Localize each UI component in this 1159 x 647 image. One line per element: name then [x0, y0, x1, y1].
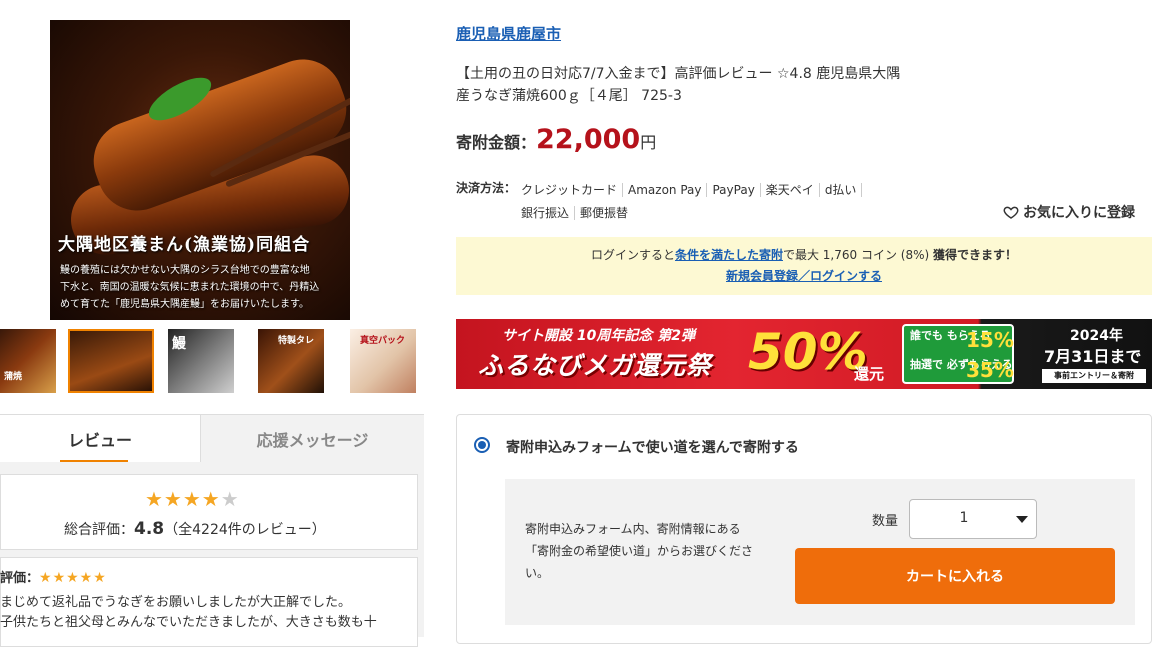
thumbnail-label: 鰻: [172, 336, 186, 352]
rating-stars-icon: ★★★★★: [145, 487, 240, 511]
review-tabbar: レビュー 応援メッセージ: [0, 414, 424, 463]
banner-bonus-percent: 15%: [966, 328, 1014, 352]
banner-bonus-percent: 35%: [966, 358, 1014, 382]
caption-line: めて育てた「鹿児島県大隅産鰻」をお届けいたします。: [60, 299, 309, 310]
payment-method: クレジットカード: [521, 183, 624, 197]
thumbnail-label: 蒲焼: [4, 372, 23, 382]
radio-selected-dot: [478, 441, 486, 449]
thumbnail-label: 特製タレ: [278, 336, 315, 346]
banner-entry-note: 事前エントリー＆寄附: [1042, 369, 1146, 383]
review-eval-label: 評価：: [0, 571, 40, 586]
price-row: 寄附金額：22,000円: [456, 124, 656, 155]
quantity-label: 数量: [872, 514, 899, 529]
banner-kangen: 還元: [854, 365, 885, 383]
chevron-down-icon: [1016, 516, 1028, 523]
payment-methods: クレジットカード Amazon Pay PayPay 楽天ペイ d払い 銀行振込 郵便振替: [521, 179, 901, 225]
campaign-banner[interactable]: サイト開設 10周年記念 第2弾 ふるなびメガ還元祭 50% 還元 誰でも もら…: [456, 319, 1152, 389]
filled-stars: ★★★★: [145, 487, 221, 511]
overall-score: 4.8: [134, 519, 165, 539]
register-login-link[interactable]: 新規会員登録／ログインする: [456, 267, 1152, 284]
price-label: 寄附金額：: [456, 133, 537, 152]
heart-outline-icon: [1003, 206, 1019, 219]
add-to-cart-button[interactable]: カートに入れる: [795, 548, 1115, 604]
product-title: 【土用の丑の日対応7/7入金まで】高評価レビュー ☆4.8 鹿児島県大隅 産うな…: [456, 63, 976, 107]
review-evaluation: 評価：★★★★★: [0, 567, 107, 586]
thumbnail-3[interactable]: 鰻: [168, 329, 234, 393]
caption-line: 鰻の養殖には欠かせない大隅のシラス台地での豊富な地: [60, 265, 310, 276]
review-text-line: 子供たちと祖父母とみんなでいただきましたが、大きさも数も十: [0, 615, 377, 630]
review-count: （全4224件のレビュー）: [164, 522, 326, 538]
notice-text: で最大 1,760 コイン (8%): [782, 248, 930, 262]
tab-review-label: レビュー: [67, 431, 132, 450]
tab-review[interactable]: レビュー: [0, 415, 200, 463]
donation-option-radio[interactable]: [474, 437, 490, 453]
notice-text: ログインすると: [590, 248, 675, 262]
tab-support-message[interactable]: 応援メッセージ: [200, 415, 424, 463]
payment-method: 銀行振込: [521, 206, 576, 220]
half-star-icon: ★: [220, 487, 240, 511]
image-caption-body: 鰻の養殖には欠かせない大隅のシラス台地での豊富な地 下水と、南国の温暖な気候に恵…: [60, 262, 344, 313]
banner-date-year: 2024年: [1070, 328, 1123, 344]
tab-support-label: 応援メッセージ: [256, 431, 369, 450]
banner-subtitle: サイト開設 10周年記念 第2弾: [502, 328, 695, 344]
usage-description: 寄附申込みフォーム内、寄附情報にある「寄附金の希望使い道」からお選びください。: [525, 522, 754, 580]
overall-rating: 総合評価：4.8（全4224件のレビュー）: [64, 519, 326, 539]
quantity-value: 1: [959, 510, 969, 526]
overall-label: 総合評価：: [64, 522, 134, 538]
municipality-link[interactable]: 鹿児島県鹿屋市: [456, 23, 561, 44]
payment-method: 楽天ペイ: [760, 183, 820, 197]
product-title-line: 産うなぎ蒲焼600ｇ［４尾］ 725-3: [456, 88, 682, 104]
payment-method: PayPay: [707, 183, 761, 197]
banner-percent: 50%: [748, 323, 868, 381]
thumbnail-1[interactable]: 蒲焼: [0, 329, 56, 393]
thumbnail-label: 真空パック: [360, 336, 406, 346]
thumbnail-2[interactable]: [68, 329, 154, 393]
payment-method: 郵便振替: [580, 206, 629, 220]
coin-notice-text: ログインすると条件を満たした寄附で最大 1,760 コイン (8%) 獲得できま…: [456, 246, 1152, 263]
donation-option-label[interactable]: 寄附申込みフォームで使い道を選んで寄附する: [506, 437, 799, 457]
banner-date-day: 7月31日まで: [1044, 347, 1142, 366]
caption-line: 下水と、南国の温暖な気候に恵まれた環境の中で、丹精込: [60, 282, 320, 293]
conditions-link[interactable]: 条件を満たした寄附: [675, 248, 783, 262]
notice-text: 獲得できます！: [933, 248, 1018, 262]
thumbnail-strip: 蒲焼 鰻 特製タレ 真空パック: [0, 329, 430, 395]
payment-method: d払い: [819, 183, 863, 197]
product-main-image[interactable]: 大隅地区養まん(漁業協)同組合 鰻の養殖には欠かせない大隅のシラス台地での豊富な…: [50, 20, 350, 320]
image-caption-title: 大隅地区養まん(漁業協)同組合: [58, 235, 311, 255]
favorite-label: お気に入りに登録: [1023, 205, 1135, 221]
price-unit: 円: [640, 133, 657, 152]
add-to-favorites-button[interactable]: お気に入りに登録: [1003, 202, 1135, 222]
price-value: 22,000: [536, 124, 641, 155]
payment-label: 決済方法：: [456, 181, 517, 195]
payment-method: Amazon Pay: [623, 183, 708, 197]
thumbnail-4[interactable]: 特製タレ: [258, 329, 324, 393]
review-stars-icon: ★★★★★: [39, 570, 107, 586]
banner-title: ふるなびメガ還元祭: [478, 351, 713, 380]
review-text-line: まじめて返礼品でうなぎをお願いしましたが大正解でした。: [0, 595, 352, 610]
thumbnail-5[interactable]: 真空パック: [350, 329, 416, 393]
product-title-line: 【土用の丑の日対応7/7入金まで】高評価レビュー ☆4.8 鹿児島県大隅: [456, 66, 901, 82]
banner-bonus-box: 誰でも もらえる 15% 抽選で 必ずもらえる 35%: [902, 324, 1014, 384]
